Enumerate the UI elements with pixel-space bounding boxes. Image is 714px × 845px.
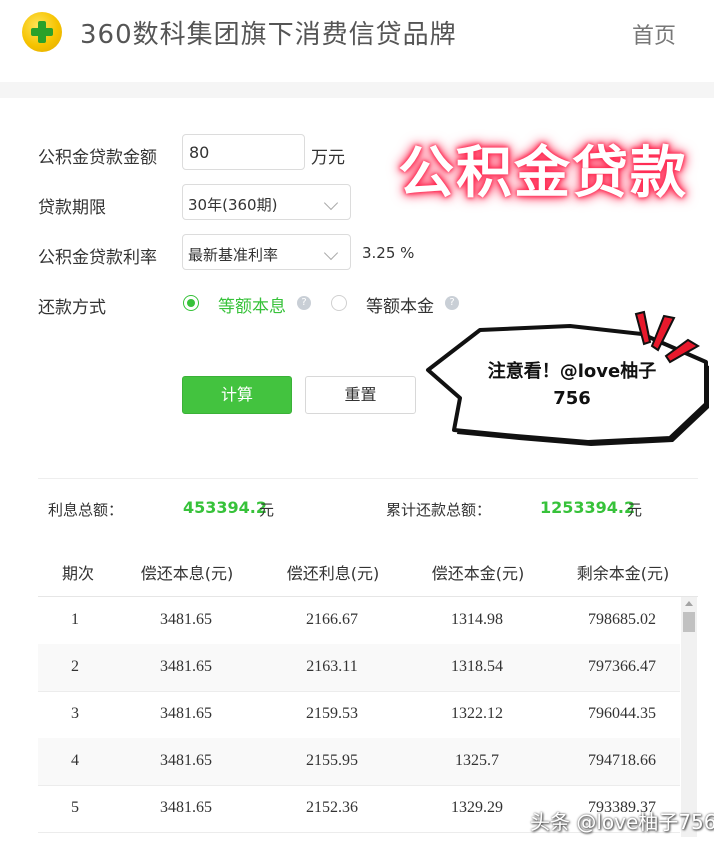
repayment-total-label: 累计还款总额： [386, 501, 492, 519]
column-header: 剩余本金(元) [576, 564, 670, 583]
schedule-table-header: 期次 偿还本息(元) 偿还利息(元) 偿还本金(元) 剩余本金(元) [38, 550, 698, 597]
table-cell: 3481.65 [160, 752, 212, 769]
table-scrollbar[interactable] [681, 597, 697, 837]
table-cell: 3481.65 [160, 611, 212, 628]
table-row: 1 3481.65 2166.67 1314.98 798685.02 [38, 597, 680, 645]
table-cell: 2155.95 [306, 752, 358, 769]
table-cell: 794718.66 [588, 752, 656, 769]
scroll-up-arrow-icon[interactable] [685, 601, 693, 606]
help-icon[interactable]: ? [445, 296, 459, 310]
table-cell: 1314.98 [451, 611, 503, 628]
method-option-equal-installment[interactable]: 等额本息 [218, 292, 286, 317]
brand-text: 360数科集团旗下消费信贷品牌 [80, 20, 457, 50]
table-cell: 3481.65 [160, 799, 212, 816]
table-cell: 3 [71, 705, 79, 722]
interest-total-value: 453394.2 [183, 498, 268, 517]
table-cell: 1318.54 [451, 658, 503, 675]
reset-button[interactable]: 重置 [305, 376, 416, 414]
watermark-text: 头条 @love柚子756 [530, 810, 714, 834]
rate-select[interactable]: 最新基准利率 [182, 234, 351, 270]
method-radio-equal-installment[interactable] [183, 295, 199, 311]
table-cell: 5 [71, 799, 79, 816]
term-label: 贷款期限 [38, 198, 106, 218]
section-divider [38, 478, 698, 479]
method-radio-equal-principal[interactable] [331, 295, 347, 311]
rate-label: 公积金贷款利率 [38, 248, 157, 268]
table-cell: 2163.11 [306, 658, 358, 675]
speech-bubble-line-2: 756 [553, 388, 591, 409]
table-row: 4 3481.65 2155.95 1325.7 794718.66 [38, 738, 680, 786]
amount-label: 公积金贷款金额 [38, 148, 157, 168]
amount-field[interactable] [182, 134, 305, 170]
table-row: 3 3481.65 2159.53 1322.12 796044.35 [38, 691, 680, 739]
column-header: 偿还本金(元) [431, 564, 525, 583]
table-cell: 3481.65 [160, 658, 212, 675]
table-cell: 798685.02 [588, 611, 656, 628]
amount-input[interactable] [183, 135, 299, 169]
chevron-down-icon [323, 245, 339, 261]
term-select-value: 30年(360期) [188, 196, 278, 214]
method-label: 还款方式 [38, 298, 106, 318]
repayment-total-value: 1253394.2 [540, 498, 636, 517]
column-header: 偿还利息(元) [286, 564, 380, 583]
table-cell: 797366.47 [588, 658, 656, 675]
chevron-down-icon [323, 195, 339, 211]
rate-select-value: 最新基准利率 [188, 246, 279, 264]
overlay-title: 公积金贷款 [398, 141, 688, 206]
table-cell: 1325.7 [455, 752, 499, 769]
table-cell: 2 [71, 658, 79, 675]
home-link[interactable]: 首页 [632, 18, 676, 50]
table-cell: 796044.35 [588, 705, 656, 722]
app-header: 360数科集团旗下消费信贷品牌 首页 [0, 0, 714, 82]
table-cell: 1 [71, 611, 79, 628]
table-cell: 3481.65 [160, 705, 212, 722]
table-cell: 4 [71, 752, 79, 769]
burst-marks-icon [634, 310, 700, 364]
table-cell: 2166.67 [306, 611, 358, 628]
column-header: 期次 [61, 564, 95, 583]
table-cell: 1322.12 [451, 705, 503, 722]
method-option-equal-principal[interactable]: 等额本金 [366, 292, 434, 317]
calculate-button[interactable]: 计算 [182, 376, 292, 414]
speech-bubble-text: 注意看！@love柚子 756 [472, 358, 672, 412]
interest-total-unit: 元 [259, 501, 275, 519]
brand-logo-icon[interactable] [22, 12, 62, 52]
speech-bubble-line-1: 注意看！@love柚子 [487, 361, 657, 382]
help-icon[interactable]: ? [297, 296, 311, 310]
header-divider [0, 82, 714, 98]
table-cell: 2152.36 [306, 799, 358, 816]
term-select[interactable]: 30年(360期) [182, 184, 351, 220]
amount-unit: 万元 [311, 148, 345, 168]
repayment-total-unit: 元 [627, 501, 643, 519]
table-row: 2 3481.65 2163.11 1318.54 797366.47 [38, 644, 680, 692]
table-cell: 2159.53 [306, 705, 358, 722]
interest-total-label: 利息总额： [48, 501, 124, 519]
rate-value: 3.25 % [362, 244, 415, 262]
table-cell: 1329.29 [451, 799, 503, 816]
scrollbar-thumb[interactable] [683, 612, 695, 632]
column-header: 偿还本息(元) [140, 564, 234, 583]
